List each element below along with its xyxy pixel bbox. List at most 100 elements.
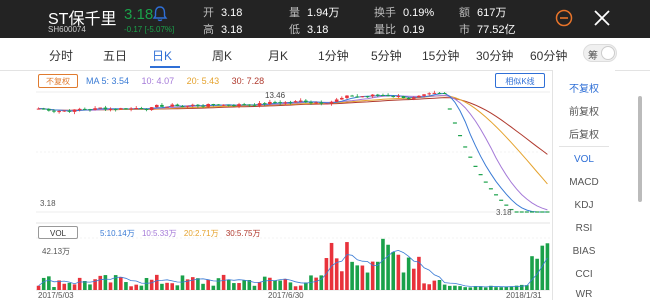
volume-bar xyxy=(447,285,452,290)
candle xyxy=(160,104,164,107)
tab-5min[interactable]: 5分钟 xyxy=(371,47,402,64)
fq-option-backward[interactable]: 后复权 xyxy=(553,126,615,141)
ma5-label: MA 5: 3.54 xyxy=(86,76,130,86)
indicator-bias[interactable]: BIAS xyxy=(553,246,615,257)
candle xyxy=(396,96,401,98)
close-icon[interactable] xyxy=(593,9,611,27)
candle xyxy=(180,106,185,108)
candle xyxy=(98,107,103,109)
chip-toggle[interactable]: 筹 xyxy=(583,44,617,62)
stat-amount: 额 617万 xyxy=(459,4,506,20)
volume-bar xyxy=(293,286,298,290)
stat-value: 3.18 xyxy=(221,7,243,19)
volume-bar xyxy=(134,284,139,290)
candle xyxy=(355,96,360,98)
indicator-cci[interactable]: CCI xyxy=(553,269,615,280)
stock-code: SH600074 xyxy=(48,25,86,34)
ma10-label: 10: 4.07 xyxy=(141,76,175,86)
tab-intraday[interactable]: 分时 xyxy=(49,47,73,64)
candle xyxy=(124,108,128,110)
candle xyxy=(211,104,216,106)
stat-turnover: 换手 0.19% xyxy=(374,4,434,20)
toggle-label: 筹 xyxy=(588,51,598,62)
indicator-wr[interactable]: WR xyxy=(553,289,615,300)
scrollbar[interactable] xyxy=(638,96,642,202)
indicator-rsi[interactable]: RSI xyxy=(553,223,615,234)
panel-divider xyxy=(559,146,609,147)
stat-value: 617万 xyxy=(477,7,507,19)
candle xyxy=(247,104,252,106)
candle xyxy=(72,109,77,112)
candle xyxy=(175,104,180,107)
tab-30min[interactable]: 30分钟 xyxy=(476,47,513,64)
candle xyxy=(406,98,411,100)
candle xyxy=(411,97,416,99)
volume-bar xyxy=(257,282,262,290)
candle xyxy=(201,105,205,107)
indicator-vol[interactable]: VOL xyxy=(553,154,615,165)
candle xyxy=(401,96,406,99)
volume-bar xyxy=(154,274,159,290)
candle xyxy=(257,103,262,106)
bell-icon[interactable] xyxy=(151,5,169,23)
low-price-right-label: 3.18 xyxy=(496,208,512,217)
indicator-kdj[interactable]: KDJ xyxy=(553,200,615,211)
date-mid-label: 2017/6/30 xyxy=(268,291,304,300)
candle xyxy=(83,108,87,110)
tab-daily-k[interactable]: 日K xyxy=(152,47,172,64)
volume-bar xyxy=(180,275,185,290)
volume-bar xyxy=(237,283,241,290)
tab-weekly-k[interactable]: 周K xyxy=(212,47,232,64)
stat-label: 开 xyxy=(203,7,214,19)
volume-bar xyxy=(304,282,308,290)
volume-bar xyxy=(36,285,41,290)
candle xyxy=(185,105,190,107)
stat-value: 77.52亿 xyxy=(477,24,516,36)
fq-option-forward[interactable]: 前复权 xyxy=(553,103,615,118)
candle xyxy=(376,94,380,96)
stat-open: 开 3.18 xyxy=(203,4,242,20)
vol-indicator-button[interactable]: VOL xyxy=(38,226,78,239)
volume-bar xyxy=(406,257,411,290)
volume-bar xyxy=(190,277,195,290)
tab-15min[interactable]: 15分钟 xyxy=(422,47,459,64)
volume-bar xyxy=(401,272,406,290)
fq-option-none[interactable]: 不复权 xyxy=(553,80,615,95)
tab-five-day[interactable]: 五日 xyxy=(103,47,127,64)
candle xyxy=(170,104,175,107)
tab-monthly-k[interactable]: 月K xyxy=(268,47,288,64)
indicator-macd[interactable]: MACD xyxy=(553,177,615,188)
volume-bar xyxy=(468,287,473,290)
tab-1min[interactable]: 1分钟 xyxy=(318,47,349,64)
stat-label: 市 xyxy=(459,24,470,36)
volume-bar xyxy=(175,285,180,290)
volume-bar xyxy=(149,279,154,290)
adjust-mode-button[interactable]: 不复权 xyxy=(38,74,78,88)
volume-bar xyxy=(67,282,72,290)
candle xyxy=(293,101,298,103)
candle xyxy=(432,92,437,94)
volume-bar xyxy=(463,287,467,290)
candle xyxy=(319,102,324,104)
volume-bar xyxy=(422,283,426,290)
stat-label: 换手 xyxy=(374,7,396,19)
vol-legend: 5:10.14万 10:5.33万 20:2.71万 30:5.75万 xyxy=(100,228,266,239)
candle xyxy=(268,101,272,105)
tab-60min[interactable]: 60分钟 xyxy=(530,47,567,64)
volume-bar xyxy=(242,280,246,290)
volume-bar xyxy=(386,244,390,290)
volume-bar xyxy=(268,277,272,290)
ma-legend: MA 5: 3.54 10: 4.07 20: 5.43 30: 7.28 xyxy=(86,76,274,86)
kline-chart-area[interactable] xyxy=(36,70,550,300)
minus-circle-icon[interactable] xyxy=(555,9,573,27)
similar-kline-button[interactable]: 相似K线 xyxy=(495,73,545,88)
volume-bar xyxy=(458,286,462,290)
volume-bar xyxy=(165,282,169,290)
volume-bar xyxy=(232,283,236,290)
stat-low: 低 3.18 xyxy=(289,21,328,37)
candle xyxy=(129,108,133,110)
candle xyxy=(334,99,339,102)
candle xyxy=(139,107,144,109)
volume-bar xyxy=(437,279,442,290)
change-percent: [-5.07%] xyxy=(144,25,175,34)
